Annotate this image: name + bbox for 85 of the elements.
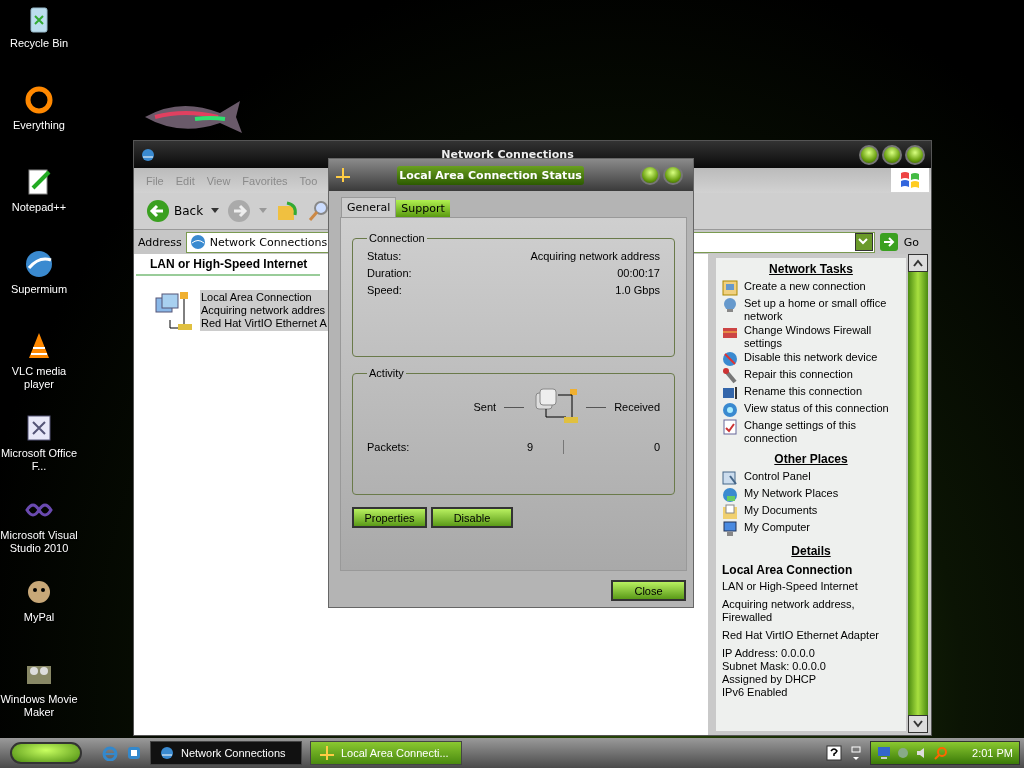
dialog-title: Local Area Connection Status bbox=[397, 165, 584, 185]
restore-icon[interactable] bbox=[850, 745, 862, 761]
details-text: Acquiring network address, Firewalled bbox=[722, 598, 856, 624]
received-label: Received bbox=[614, 401, 660, 413]
icon-label[interactable]: Windows Movie Maker bbox=[0, 693, 78, 719]
flag-icon bbox=[899, 170, 921, 190]
computer-icon bbox=[722, 521, 738, 537]
scrollbar[interactable] bbox=[908, 254, 928, 733]
clock: 2:01 PM bbox=[972, 747, 1013, 759]
connection-item[interactable]: Local Area Connection Acquiring network addres Red Hat VirtIO Ethernet A bbox=[200, 290, 328, 331]
rename-icon bbox=[722, 385, 738, 401]
task-link[interactable]: Control Panel bbox=[722, 470, 900, 486]
close-button[interactable]: Close bbox=[611, 580, 686, 601]
sent-count: 9 bbox=[525, 441, 533, 453]
help-button[interactable] bbox=[640, 165, 660, 185]
packets-label: Packets: bbox=[367, 441, 411, 453]
task-link[interactable]: My Documents bbox=[722, 504, 900, 520]
icon-label[interactable]: Microsoft Office F... bbox=[0, 447, 78, 473]
sent-label: Sent bbox=[473, 401, 497, 413]
task-link[interactable]: Create a new connection bbox=[722, 280, 900, 296]
section-heading[interactable]: Details bbox=[722, 545, 900, 558]
field-value: 00:00:17 bbox=[617, 267, 660, 279]
task-link[interactable]: Set up a home or small office network bbox=[722, 297, 900, 323]
close-button[interactable] bbox=[905, 144, 925, 165]
network-globe-icon bbox=[189, 234, 206, 250]
globe-icon bbox=[722, 402, 738, 418]
task-link[interactable]: Change settings of this connection bbox=[722, 419, 900, 445]
details-text: Red Hat VirtIO Ethernet Adapter bbox=[722, 629, 880, 642]
ring-icon[interactable] bbox=[23, 84, 55, 116]
field-value: 1.0 Gbps bbox=[615, 284, 660, 296]
details-text: LAN or High-Speed Internet bbox=[722, 580, 859, 593]
group-label: Activity bbox=[368, 367, 405, 379]
details-text: Subnet Mask: 0.0.0.0 bbox=[722, 660, 827, 673]
task-link[interactable]: View status of this connection bbox=[722, 402, 900, 418]
field-label: Status: bbox=[367, 250, 402, 262]
task-link[interactable]: My Network Places bbox=[722, 487, 900, 503]
task-link[interactable]: My Computer bbox=[722, 521, 900, 537]
icon-label[interactable]: Microsoft Visual Studio 2010 bbox=[0, 529, 78, 555]
task-link[interactable]: Rename this connection bbox=[722, 385, 900, 401]
maximize-button[interactable] bbox=[882, 144, 902, 165]
dialog-button[interactable]: Disable bbox=[431, 507, 513, 528]
task-link[interactable]: Repair this connection bbox=[722, 368, 900, 384]
icon-label[interactable]: VLC media player bbox=[0, 365, 78, 391]
minimize-button[interactable] bbox=[859, 144, 879, 165]
icon-label[interactable]: Recycle Bin bbox=[9, 37, 69, 50]
icon-label[interactable]: MyPal bbox=[23, 611, 55, 624]
network-disable-icon bbox=[722, 351, 738, 367]
go-button[interactable]: Go bbox=[878, 232, 927, 252]
details-text: IP Address: 0.0.0.0 bbox=[722, 647, 816, 660]
field-value: Acquiring network address bbox=[530, 250, 660, 262]
received-count: 0 bbox=[652, 441, 660, 453]
field-label: Speed: bbox=[367, 284, 402, 296]
icon-label[interactable]: Supermium bbox=[10, 283, 68, 296]
group-label: Connection bbox=[368, 232, 426, 244]
help-icon[interactable] bbox=[826, 745, 842, 761]
group-heading: LAN or High-Speed Internet bbox=[136, 254, 320, 276]
caret-icon[interactable] bbox=[211, 208, 220, 214]
connection-wizard-icon bbox=[722, 280, 738, 296]
address-label: Address bbox=[138, 235, 182, 249]
details-text: IPv6 Enabled bbox=[722, 686, 789, 699]
task-link[interactable]: Change Windows Firewall settings bbox=[722, 324, 900, 350]
icon-label[interactable]: Everything bbox=[13, 119, 65, 132]
details-text: Assigned by DHCP bbox=[722, 673, 818, 686]
monitor-icon[interactable] bbox=[877, 746, 891, 760]
tab[interactable]: Support bbox=[396, 200, 450, 217]
documents-folder-icon bbox=[722, 504, 738, 520]
control-panel-icon bbox=[722, 470, 738, 486]
wrench-icon bbox=[722, 368, 738, 384]
section-heading[interactable]: Other Places bbox=[722, 453, 900, 466]
app-icon[interactable] bbox=[126, 745, 142, 761]
globe-icon[interactable] bbox=[23, 248, 55, 280]
section-heading[interactable]: Network Tasks bbox=[722, 263, 900, 276]
window-title: Network Connections bbox=[440, 148, 575, 161]
task-link[interactable]: Disable this network device bbox=[722, 351, 900, 367]
back-button[interactable]: Back bbox=[146, 199, 204, 223]
details-name: Local Area Connection bbox=[722, 564, 854, 577]
settings-page-icon bbox=[722, 419, 738, 435]
taskbar-button[interactable]: Network Connections bbox=[150, 741, 302, 765]
network-places-icon bbox=[722, 487, 738, 503]
dialog-button[interactable]: Properties bbox=[352, 507, 427, 528]
icon-label[interactable]: Notepad++ bbox=[11, 201, 67, 214]
tab[interactable]: General bbox=[341, 197, 397, 217]
close-button[interactable] bbox=[663, 165, 683, 185]
field-label: Duration: bbox=[367, 267, 412, 279]
start-button[interactable] bbox=[10, 742, 82, 764]
